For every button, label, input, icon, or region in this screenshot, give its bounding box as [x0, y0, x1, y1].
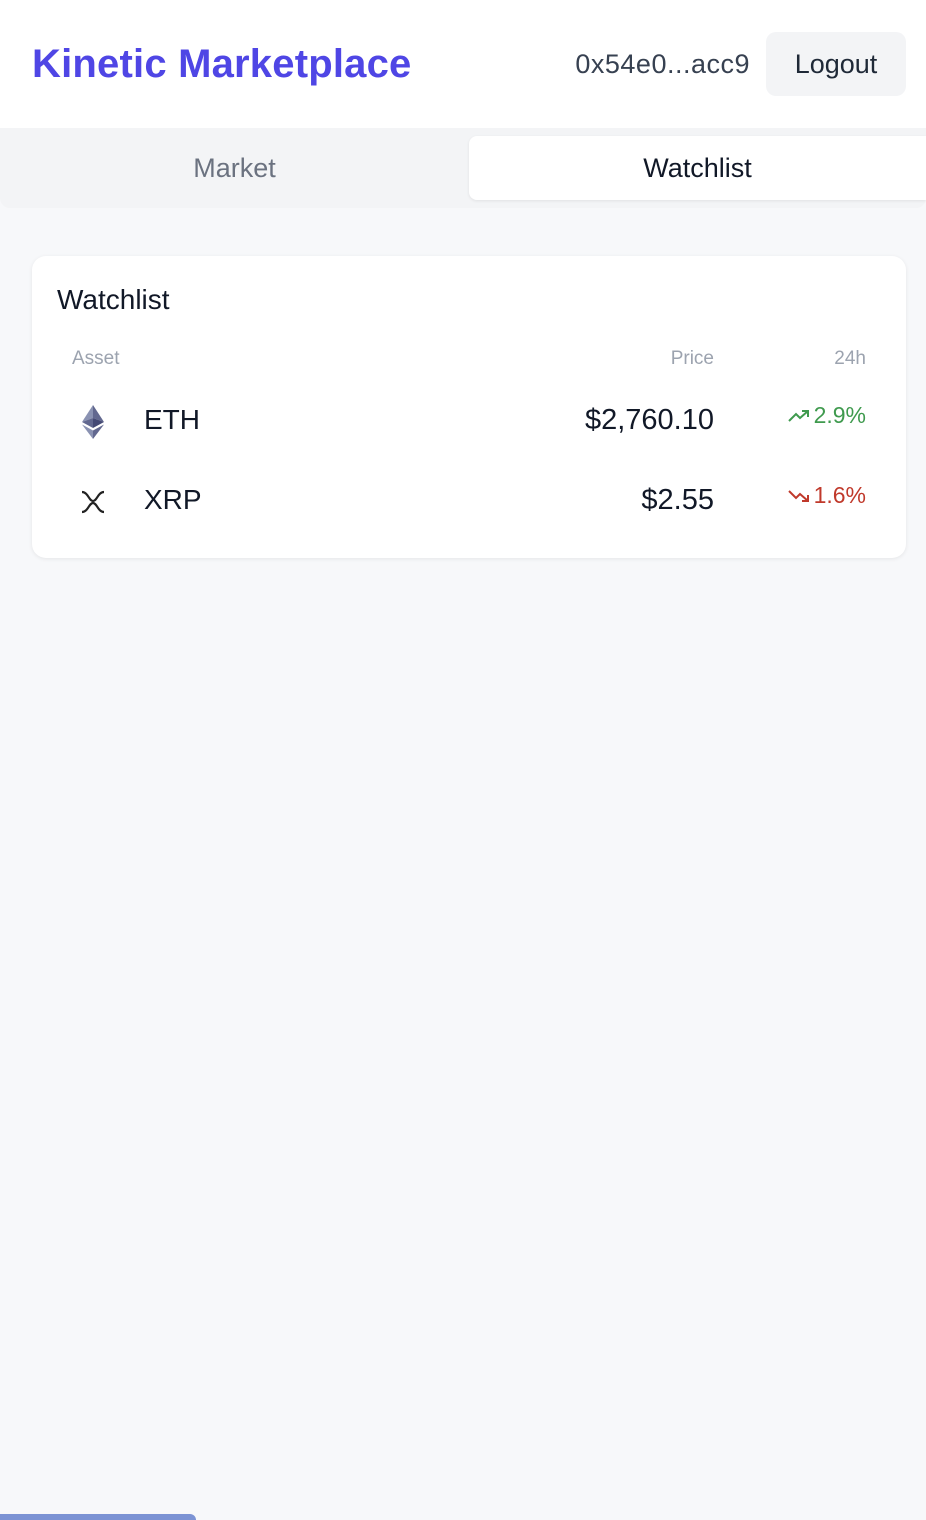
tab-bar: Market Watchlist — [0, 128, 926, 208]
asset-symbol: XRP — [144, 484, 202, 515]
wallet-address: 0x54e0...acc9 — [575, 48, 750, 79]
card-title: Watchlist — [57, 284, 170, 315]
price-change: 2.9% — [787, 402, 866, 429]
table-row[interactable]: XRP $2.55 1.6% — [32, 462, 906, 542]
asset-price: $2,760.10 — [584, 404, 714, 436]
column-header-24h: 24h — [834, 348, 866, 369]
price-change-value: 1.6% — [813, 482, 866, 508]
xrp-icon — [76, 484, 110, 520]
tab-watchlist[interactable]: Watchlist — [469, 136, 926, 200]
column-header-asset: Asset — [72, 348, 120, 369]
asset-price: $2.55 — [641, 484, 714, 516]
tab-market[interactable]: Market — [0, 136, 469, 200]
price-change: 1.6% — [787, 482, 866, 509]
trending-up-icon — [787, 409, 809, 422]
logout-button[interactable]: Logout — [766, 32, 906, 96]
column-header-price: Price — [670, 348, 714, 369]
asset-symbol: ETH — [144, 404, 200, 435]
header-actions: 0x54e0...acc9 Logout — [575, 32, 906, 96]
trending-down-icon — [787, 489, 809, 502]
price-change-value: 2.9% — [813, 402, 866, 428]
table-row[interactable]: ETH $2,760.10 2.9% — [32, 382, 906, 462]
app-root: Kinetic Marketplace 0x54e0...acc9 Logout… — [0, 0, 926, 1520]
top-header: Kinetic Marketplace 0x54e0...acc9 Logout — [0, 0, 926, 128]
brand-title: Kinetic Marketplace — [32, 41, 412, 86]
watchlist-card: Watchlist Asset Price 24h ETH $2,760.10 — [32, 256, 906, 558]
bottom-indicator — [0, 1514, 196, 1520]
ethereum-icon — [76, 404, 110, 440]
